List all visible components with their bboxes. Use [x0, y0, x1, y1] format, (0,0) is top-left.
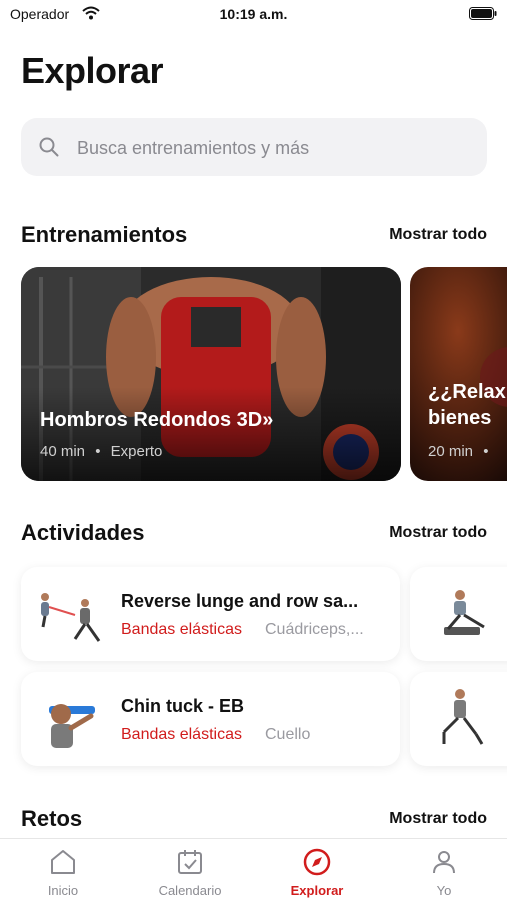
tab-yo[interactable]: Yo: [381, 839, 507, 900]
status-bar: Operador 10:19 a.m.: [0, 0, 507, 28]
tab-label: Calendario: [158, 883, 222, 898]
tab-label: Yo: [436, 883, 452, 898]
compass-icon: [303, 848, 331, 876]
battery-icon: [469, 7, 497, 20]
workout-title: Hombros Redondos 3D»: [40, 409, 274, 431]
workouts-show-all-link[interactable]: Mostrar todo: [389, 226, 487, 244]
challenges-title: Retos: [21, 806, 83, 831]
workout-duration: 40 min: [40, 443, 86, 460]
search-icon: [39, 137, 59, 157]
activity-thumbnail: [442, 689, 484, 745]
search-placeholder: Busca entrenamientos y más: [77, 138, 310, 158]
workout-meta: 40 min • Experto: [40, 443, 162, 460]
tab-label: Explorar: [290, 883, 344, 898]
workouts-title: Entrenamientos: [21, 222, 188, 247]
activities-header: Actividades Mostrar todo: [21, 520, 487, 550]
activity-card[interactable]: Reverse lunge and row sa... Bandas elást…: [21, 567, 400, 661]
meta-separator: •: [95, 443, 101, 460]
activity-muscle: Cuádriceps,...: [265, 621, 364, 638]
home-icon: [51, 850, 75, 874]
workout-meta: 20 min •: [428, 443, 494, 460]
activity-muscle: Cuello: [265, 726, 311, 743]
activity-title: Reverse lunge and row sa...: [121, 591, 359, 611]
page-title: Explorar: [21, 50, 164, 91]
workout-title: ¿¿Relax { bienes: [428, 381, 507, 429]
workout-level: Experto: [110, 443, 163, 460]
workouts-header: Entrenamientos Mostrar todo: [21, 222, 487, 252]
person-icon: [433, 851, 455, 874]
activity-thumbnail: [444, 590, 485, 635]
activities-show-all-link[interactable]: Mostrar todo: [389, 524, 487, 542]
search-input[interactable]: Busca entrenamientos y más: [21, 118, 487, 176]
activity-card[interactable]: Chin tuck - EB Bandas elásticas Cuello: [21, 672, 400, 766]
tab-label: Inicio: [47, 883, 79, 898]
workout-card[interactable]: Hombros Redondos 3D» 40 min • Experto: [21, 267, 401, 481]
meta-separator: •: [483, 443, 489, 460]
activity-card-partial[interactable]: [410, 672, 507, 766]
tab-bar: Inicio Calendario Explorar Yo: [0, 838, 507, 900]
activity-thumbnail: [41, 593, 101, 642]
tab-inicio[interactable]: Inicio: [0, 839, 126, 900]
workout-duration: 20 min: [428, 443, 474, 460]
activity-equipment: Bandas elásticas: [121, 621, 242, 638]
challenges-show-all-link[interactable]: Mostrar todo: [389, 810, 487, 828]
calendar-icon: [178, 850, 202, 874]
challenges-header: Retos Mostrar todo: [21, 806, 487, 836]
status-time: 10:19 a.m.: [219, 6, 288, 22]
activity-title: Chin tuck - EB: [121, 696, 245, 716]
activity-thumbnail: [49, 704, 95, 748]
workout-card[interactable]: ¿¿Relax { bienes 20 min •: [410, 267, 507, 481]
tab-calendario[interactable]: Calendario: [127, 839, 253, 900]
activity-card-partial[interactable]: [410, 567, 507, 661]
tab-explorar[interactable]: Explorar: [254, 839, 380, 900]
activity-equipment: Bandas elásticas: [121, 726, 242, 743]
activities-title: Actividades: [21, 520, 145, 545]
